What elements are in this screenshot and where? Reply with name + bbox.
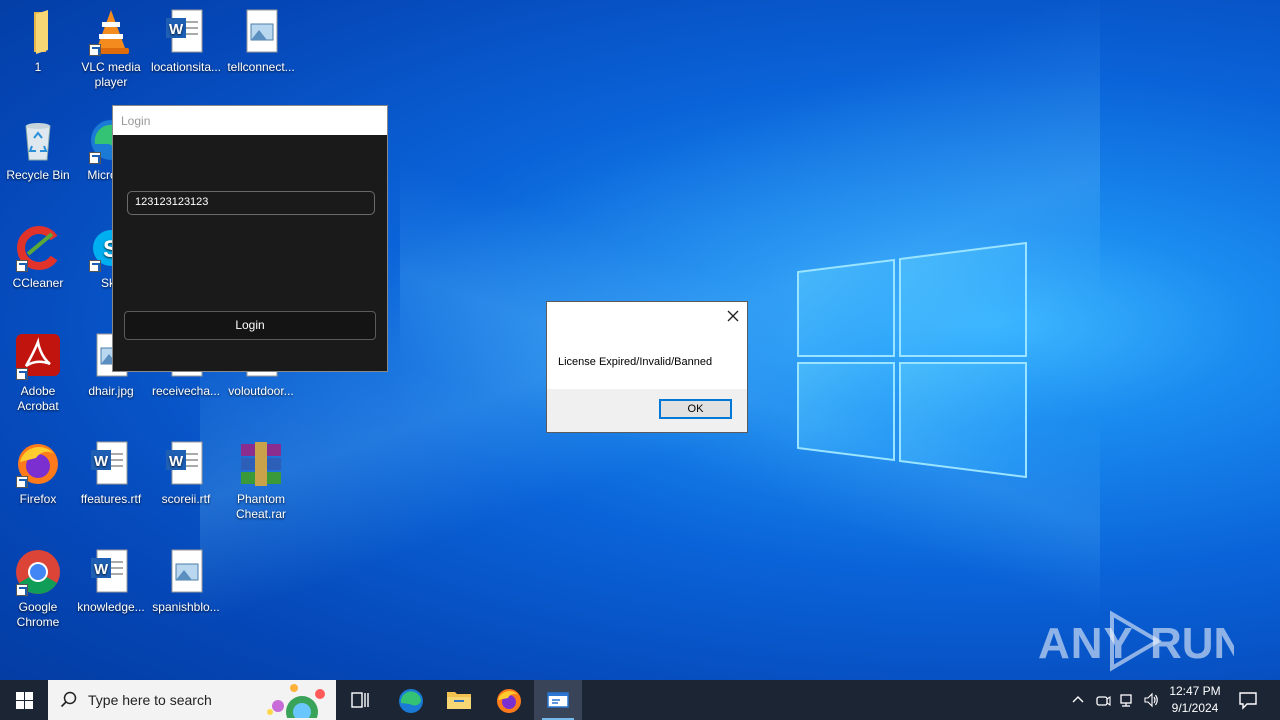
search-placeholder: Type here to search xyxy=(88,692,212,708)
icon-label: Firefox xyxy=(19,492,57,506)
desktop-icon-scoreii[interactable]: W scoreii.rtf xyxy=(148,440,224,507)
ok-button[interactable]: OK xyxy=(659,399,732,419)
start-button[interactable] xyxy=(0,680,48,720)
task-view-button[interactable] xyxy=(336,680,384,720)
search-icon xyxy=(60,691,77,708)
shortcut-arrow-icon xyxy=(16,584,28,596)
meet-now-icon[interactable] xyxy=(1095,692,1111,708)
icon-label: locationsita... xyxy=(150,60,222,74)
desktop-icon-spanishblo[interactable]: spanishblo... xyxy=(148,548,224,615)
clock-time: 12:47 PM xyxy=(1169,684,1221,698)
shortcut-arrow-icon xyxy=(89,260,101,272)
volume-icon[interactable] xyxy=(1143,692,1159,708)
acrobat-icon xyxy=(14,332,62,380)
login-button[interactable]: Login xyxy=(124,311,376,340)
desktop-icon-locationsita[interactable]: W locationsita... xyxy=(148,8,224,75)
application-window-icon xyxy=(547,692,569,708)
shortcut-arrow-icon xyxy=(89,152,101,164)
desktop-icon-adobe-acrobat[interactable]: Adobe Acrobat xyxy=(0,332,76,414)
clock-date: 9/1/2024 xyxy=(1171,701,1219,715)
icon-label: voloutdoor... xyxy=(228,384,294,398)
folder-icon xyxy=(14,8,62,56)
dialog-footer: OK xyxy=(547,389,747,432)
license-error-dialog: License Expired/Invalid/Banned OK xyxy=(546,301,748,433)
icon-label: 1 xyxy=(34,60,42,74)
task-view-icon xyxy=(351,692,369,708)
icon-label: Google Chrome xyxy=(16,600,60,629)
close-icon[interactable] xyxy=(725,308,741,324)
login-window-title: Login xyxy=(113,106,387,135)
icon-label: tellconnect... xyxy=(227,60,295,74)
anyrun-watermark-logo: ANY RUN xyxy=(1038,610,1234,672)
icon-label: knowledge... xyxy=(77,600,145,614)
icon-label: ffeatures.rtf xyxy=(80,492,142,506)
folder-icon xyxy=(447,692,471,709)
winrar-archive-icon xyxy=(237,440,285,488)
desktop-icon-recycle-bin[interactable]: Recycle Bin xyxy=(0,116,76,183)
system-clock[interactable]: 12:47 PM 9/1/2024 xyxy=(1160,683,1230,717)
taskbar-file-explorer-button[interactable] xyxy=(434,680,482,720)
desktop-icon-tellconnect[interactable]: tellconnect... xyxy=(223,8,299,75)
shortcut-arrow-icon xyxy=(16,476,28,488)
notification-center-icon[interactable] xyxy=(1238,690,1258,710)
search-highlight-illustration xyxy=(267,684,325,718)
icon-label: scoreii.rtf xyxy=(161,492,211,506)
license-key-input[interactable]: 123123123123 xyxy=(127,191,375,215)
taskbar-firefox-button[interactable] xyxy=(484,680,532,720)
windows-start-icon xyxy=(16,692,33,709)
icon-label: receivecha... xyxy=(151,384,221,398)
icon-label: spanishblo... xyxy=(152,600,220,614)
image-file-icon xyxy=(237,8,285,56)
desktop-icon-google-chrome[interactable]: Google Chrome xyxy=(0,548,76,630)
word-document-icon: W xyxy=(162,440,210,488)
chevron-up-icon[interactable] xyxy=(1070,692,1086,708)
svg-text:RUN: RUN xyxy=(1150,619,1234,668)
desktop-icon-phantom-cheat[interactable]: Phantom Cheat.rar xyxy=(223,440,299,522)
chrome-icon xyxy=(14,548,62,596)
image-file-icon xyxy=(162,548,210,596)
word-document-icon: W xyxy=(162,8,210,56)
icon-label: VLC media player xyxy=(81,60,141,89)
taskbar-login-app-button[interactable] xyxy=(534,680,582,720)
svg-text:ANY: ANY xyxy=(1038,619,1134,668)
svg-text:W: W xyxy=(94,453,109,470)
vlc-cone-icon xyxy=(87,8,135,56)
svg-text:W: W xyxy=(169,453,184,470)
edge-icon xyxy=(399,689,423,713)
svg-text:W: W xyxy=(94,561,109,578)
svg-text:W: W xyxy=(169,21,184,38)
taskbar-search-box[interactable]: Type here to search xyxy=(48,680,336,720)
login-window: Login 123123123123 Login xyxy=(112,105,388,372)
network-icon[interactable] xyxy=(1119,692,1135,708)
desktop-icon-vlc[interactable]: VLC media player xyxy=(73,8,149,90)
shortcut-arrow-icon xyxy=(16,260,28,272)
desktop-icon-ffeatures[interactable]: W ffeatures.rtf xyxy=(73,440,149,507)
ccleaner-icon xyxy=(14,224,62,272)
firefox-icon xyxy=(497,689,521,713)
taskbar: Type here to search 12:47 PM 9/1/2024 xyxy=(0,680,1280,720)
recycle-bin-icon xyxy=(14,116,62,164)
desktop-icon-knowledge[interactable]: W knowledge... xyxy=(73,548,149,615)
dialog-message: License Expired/Invalid/Banned xyxy=(558,356,713,368)
icon-label: Phantom Cheat.rar xyxy=(235,492,287,521)
icon-label: Adobe Acrobat xyxy=(17,384,59,413)
taskbar-edge-button[interactable] xyxy=(386,680,434,720)
icon-label: Recycle Bin xyxy=(6,168,70,182)
word-document-icon: W xyxy=(87,440,135,488)
word-document-icon: W xyxy=(87,548,135,596)
shortcut-arrow-icon xyxy=(89,44,101,56)
shortcut-arrow-icon xyxy=(16,368,28,380)
icon-label: CCleaner xyxy=(12,276,64,290)
desktop-icon-ccleaner[interactable]: CCleaner xyxy=(0,224,76,291)
desktop-icon-firefox[interactable]: Firefox xyxy=(0,440,76,507)
windows-wallpaper-logo xyxy=(797,242,1027,478)
firefox-icon xyxy=(14,440,62,488)
icon-label: dhair.jpg xyxy=(88,384,134,398)
desktop-icon-folder-1[interactable]: 1 xyxy=(0,8,76,75)
